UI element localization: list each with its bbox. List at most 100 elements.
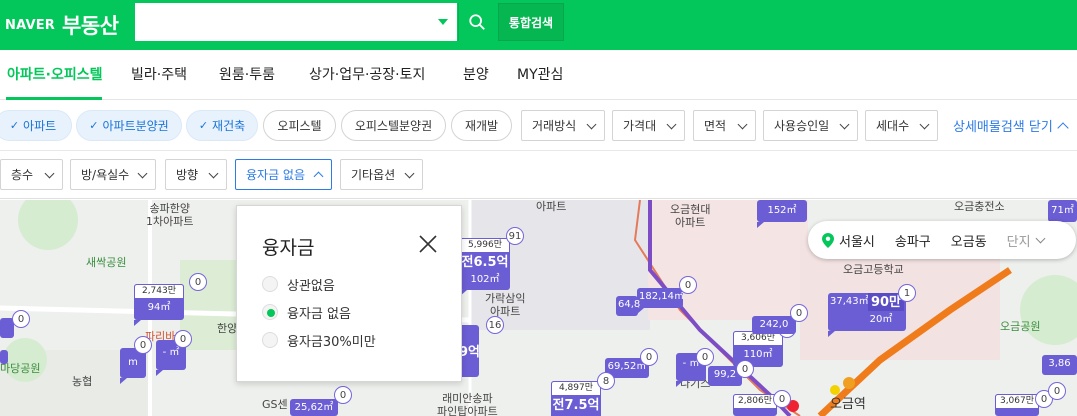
listing-pin[interactable]: 37,43㎡ 90만 20㎡ xyxy=(828,293,906,337)
pin-tail xyxy=(156,370,163,376)
chevron-down-icon xyxy=(737,119,748,130)
option-label: 융자금30%미만 xyxy=(287,334,376,350)
pin-count-badge: 0 xyxy=(334,386,352,404)
listing-pin[interactable]: 25,62㎡ xyxy=(290,399,338,416)
chevron-up-icon xyxy=(1057,121,1069,134)
map-label-park: 마당공원 xyxy=(0,362,41,375)
pin-price-per: 2,743만 xyxy=(134,284,184,299)
region-city[interactable]: 서울시 xyxy=(839,231,875,250)
tab-presale[interactable]: 분양 xyxy=(463,50,489,100)
tab-apartment-officetel[interactable]: 아파트·오피스텔 xyxy=(6,50,102,100)
tab-villa-house[interactable]: 빌라·주택 xyxy=(131,50,187,100)
map-label-nonghyup: 농협 xyxy=(72,375,93,388)
region-dong[interactable]: 오금동 xyxy=(951,231,987,250)
dropdown-rooms[interactable]: 방/욕실수 xyxy=(70,159,156,190)
map-area[interactable]: 송파한양 1차아파트 새싹공원 마당공원 농협 파리바게 한양 오금현대 아파트… xyxy=(0,200,1077,416)
chip-apartment[interactable]: ✓ 아파트 xyxy=(0,110,72,141)
listing-pin[interactable]: 3,86 xyxy=(1042,355,1077,375)
tab-oneroom-tworoom[interactable]: 원룸·투룸 xyxy=(219,50,275,100)
listing-pin[interactable]: 3,067만 xyxy=(995,394,1039,416)
chip-apartment-presale[interactable]: ✓ 아파트분양권 xyxy=(76,110,182,141)
chip-label: 재건축 xyxy=(212,119,246,133)
pin-count-badge: 16 xyxy=(486,316,504,334)
loan-option-any[interactable]: 상관없음 xyxy=(262,274,335,294)
top-header: NAVER 부동산 통합검색 xyxy=(0,0,1077,50)
radio-button-selected[interactable] xyxy=(262,304,278,320)
filter-row-detail: 층수 방/욕실수 방향 융자금 없음 기타옵션 xyxy=(0,151,1077,199)
chip-officetel[interactable]: 오피스텔 xyxy=(263,110,336,141)
chip-label: 아파트분양권 xyxy=(102,119,169,133)
pin-price-per: 5,996만 xyxy=(460,238,510,253)
listing-pin[interactable]: 71㎡ xyxy=(1048,200,1077,222)
dropdown-floor[interactable]: 층수 xyxy=(0,159,63,190)
region-complex[interactable]: 단지 xyxy=(1007,231,1031,250)
listing-pin[interactable] xyxy=(0,350,8,364)
listing-pin[interactable]: 2,806만 xyxy=(733,394,777,416)
category-tabs: 아파트·오피스텔 빌라·주택 원룸·투룸 상가·업무·공장·토지 분양 MY관심 xyxy=(0,50,1077,100)
map-label-hanyang: 한양 xyxy=(217,322,238,335)
chevron-down-icon[interactable] xyxy=(1035,233,1046,243)
option-label: 융자금 없음 xyxy=(287,306,351,322)
search-input[interactable] xyxy=(135,3,425,41)
check-icon: ✓ xyxy=(89,119,99,132)
search-scope-caret-icon[interactable] xyxy=(438,19,448,25)
pin-price: 전6.5억 xyxy=(461,255,509,270)
radio-button[interactable] xyxy=(262,332,278,348)
dropdown-approval-date[interactable]: 사용승인일 xyxy=(763,110,858,141)
close-detail-search-button[interactable]: 상세매물검색 닫기 xyxy=(953,110,1069,141)
loan-option-none[interactable]: 융자금 없음 xyxy=(262,302,351,322)
close-icon[interactable] xyxy=(418,234,438,254)
listing-pin[interactable]: 5,996만 전6.5억 102㎡ xyxy=(460,238,510,296)
pin-count-badge: 0 xyxy=(773,390,791,408)
listing-pin[interactable]: 64,8 xyxy=(616,296,640,316)
pin-price-per: 4,897만 xyxy=(551,381,601,396)
dropdown-label: 면적 xyxy=(704,119,727,133)
radio-button[interactable] xyxy=(262,276,278,292)
pin-count-badge: 0 xyxy=(174,330,192,348)
dropdown-trade-type[interactable]: 거래방식 xyxy=(521,110,605,141)
map-label-gs: GS센 xyxy=(262,398,288,411)
chip-redevelopment[interactable]: 재개발 xyxy=(451,110,512,141)
search-button[interactable] xyxy=(458,3,494,41)
dropdown-other-options[interactable]: 기타옵션 xyxy=(340,159,423,190)
chip-reconstruction[interactable]: ✓ 재건축 xyxy=(186,110,258,141)
map-label-songpa-hanyang: 송파한양 1차아파트 xyxy=(146,202,193,228)
dropdown-area[interactable]: 면적 xyxy=(693,110,756,141)
pin-count-badge: 0 xyxy=(12,310,30,328)
pin-tail xyxy=(120,378,127,384)
dropdown-label: 방/욕실수 xyxy=(81,168,130,182)
pin-count-badge: 0 xyxy=(790,304,808,322)
dropdown-households[interactable]: 세대수 xyxy=(865,110,938,141)
pin-count-badge: 8 xyxy=(597,372,615,390)
loan-option-under30[interactable]: 융자금30%미만 xyxy=(262,330,376,350)
region-selector[interactable]: 서울시 송파구 오금동 단지 xyxy=(808,221,1076,259)
pin-count-badge: 1 xyxy=(898,284,916,302)
tab-commercial[interactable]: 상가·업무·공장·토지 xyxy=(309,50,425,100)
filter-row-type: ✓ 아파트 ✓ 아파트분양권 ✓ 재건축 오피스텔 오피스텔분양권 재개발 거래방식 … xyxy=(0,101,1077,151)
dropdown-price[interactable]: 가격대 xyxy=(612,110,685,141)
dropdown-loan[interactable]: 융자금 없음 xyxy=(235,159,332,190)
check-icon: ✓ xyxy=(198,119,209,132)
listing-pin[interactable]: 2,743만 94㎡ xyxy=(134,284,184,326)
listing-pin[interactable]: 152㎡ xyxy=(757,200,807,228)
listing-pin[interactable]: 182,14㎡ xyxy=(637,288,684,314)
map-label-ogeum-park: 오금공원 xyxy=(1000,320,1041,333)
region-district[interactable]: 송파구 xyxy=(895,231,931,250)
map-label-ogeum-fire: 오금충전소 xyxy=(954,200,1005,213)
logo[interactable]: NAVER 부동산 xyxy=(5,0,119,50)
total-search-button[interactable]: 통합검색 xyxy=(498,3,564,41)
tab-my-interest[interactable]: MY관심 xyxy=(517,50,563,100)
naver-logo-text: NAVER xyxy=(5,17,56,33)
listing-pin[interactable]: 9억 xyxy=(459,325,480,377)
chevron-down-icon xyxy=(666,119,677,130)
chip-officetel-presale[interactable]: 오피스텔분양권 xyxy=(341,110,446,141)
map-label-ogeum-hyundai: 오금현대 아파트 xyxy=(670,203,710,229)
pin-price: 전7.5억 xyxy=(552,398,600,413)
pin-tail xyxy=(676,381,683,387)
listing-pin[interactable]: 4,897만 전7.5억 xyxy=(551,381,601,416)
option-label: 상관없음 xyxy=(287,278,335,294)
listing-pin[interactable]: 242,0 xyxy=(752,316,796,334)
dropdown-direction[interactable]: 방향 xyxy=(165,159,227,190)
chevron-down-icon xyxy=(586,119,597,130)
pin-area-sub: 20㎡ xyxy=(869,314,893,325)
